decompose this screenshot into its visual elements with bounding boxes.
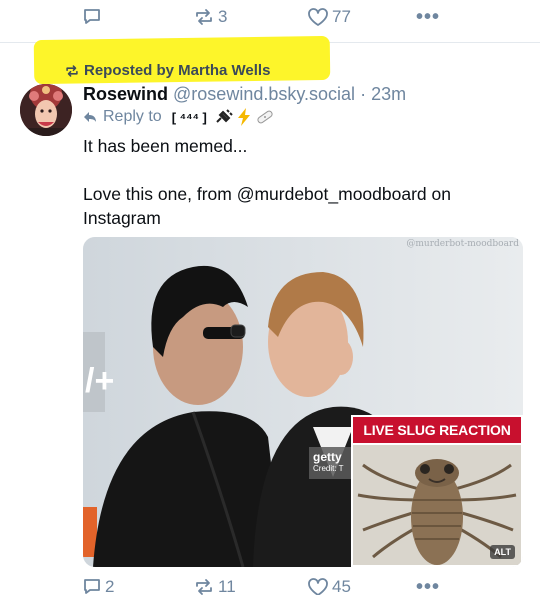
like-button[interactable]: 77 <box>307 2 351 32</box>
time-separator: · <box>360 84 367 104</box>
heart-icon <box>308 578 328 595</box>
post-action-bar: 2 11 45 ••• <box>0 572 540 595</box>
reply-arrow-icon <box>84 112 96 122</box>
getty-text: getty <box>313 450 342 464</box>
author-name[interactable]: Rosewind <box>83 84 168 104</box>
repost-count: 3 <box>218 7 228 26</box>
reply-target-emoji <box>213 108 275 126</box>
avatar[interactable] <box>20 84 72 136</box>
more-options-icon[interactable]: ••• <box>416 576 440 595</box>
repost-button[interactable]: 11 <box>193 572 236 595</box>
lightning-icon <box>237 108 250 126</box>
repost-small-icon <box>66 64 78 77</box>
alt-text-badge[interactable]: ALT <box>490 545 515 559</box>
like-button[interactable]: 45 <box>307 572 351 595</box>
like-count: 45 <box>332 577 351 595</box>
reply-to-line[interactable]: Reply to [ ⁴⁴⁴ ] <box>83 108 275 126</box>
author-handle[interactable]: @rosewind.bsky.social <box>173 84 355 104</box>
reply-count: 2 <box>105 577 115 595</box>
author-line: Rosewind @rosewind.bsky.social · 23m <box>83 84 406 105</box>
reposted-by-text: Reposted by Martha Wells <box>84 62 271 79</box>
slug-reaction-inset: LIVE SLUG REACTION ALT <box>351 415 523 567</box>
heart-icon <box>308 8 328 26</box>
post-body: It has been memed... Love this one, from… <box>83 134 513 254</box>
post-text-line-1: It has been memed... <box>83 136 248 156</box>
avatar-picture <box>20 84 72 136</box>
getty-tag: getty Credit: T <box>309 447 351 479</box>
post-image[interactable]: /+ @murderbot-moodboard getty Credit: T … <box>83 237 523 567</box>
previous-post-action-bar: 3 77 ••• <box>0 2 540 32</box>
plug-icon <box>216 109 233 123</box>
bandage-icon <box>257 110 273 124</box>
inset-title: LIVE SLUG REACTION <box>353 417 521 443</box>
reply-button[interactable]: 2 <box>82 572 114 595</box>
post-time[interactable]: 23m <box>371 84 406 104</box>
svg-text:/+: /+ <box>85 362 114 400</box>
reply-button[interactable] <box>82 2 105 32</box>
image-watermark: @murderbot-moodboard <box>406 239 519 249</box>
repost-button[interactable]: 3 <box>193 2 227 32</box>
reposted-by-line[interactable]: Reposted by Martha Wells <box>64 62 270 79</box>
reply-icon <box>84 579 100 594</box>
repost-count: 11 <box>218 577 236 595</box>
more-options-icon[interactable]: ••• <box>416 6 440 29</box>
post-text-line-2: Love this one, from @murdebot_moodboard … <box>83 184 451 228</box>
getty-credit: Credit: T <box>313 464 344 473</box>
reply-icon <box>84 9 100 24</box>
repost-icon <box>196 9 212 25</box>
repost-icon <box>196 579 212 595</box>
reply-target-badge: [ ⁴⁴⁴ ] <box>171 109 207 125</box>
reply-to-label: Reply to <box>103 108 162 125</box>
like-count: 77 <box>332 7 351 26</box>
